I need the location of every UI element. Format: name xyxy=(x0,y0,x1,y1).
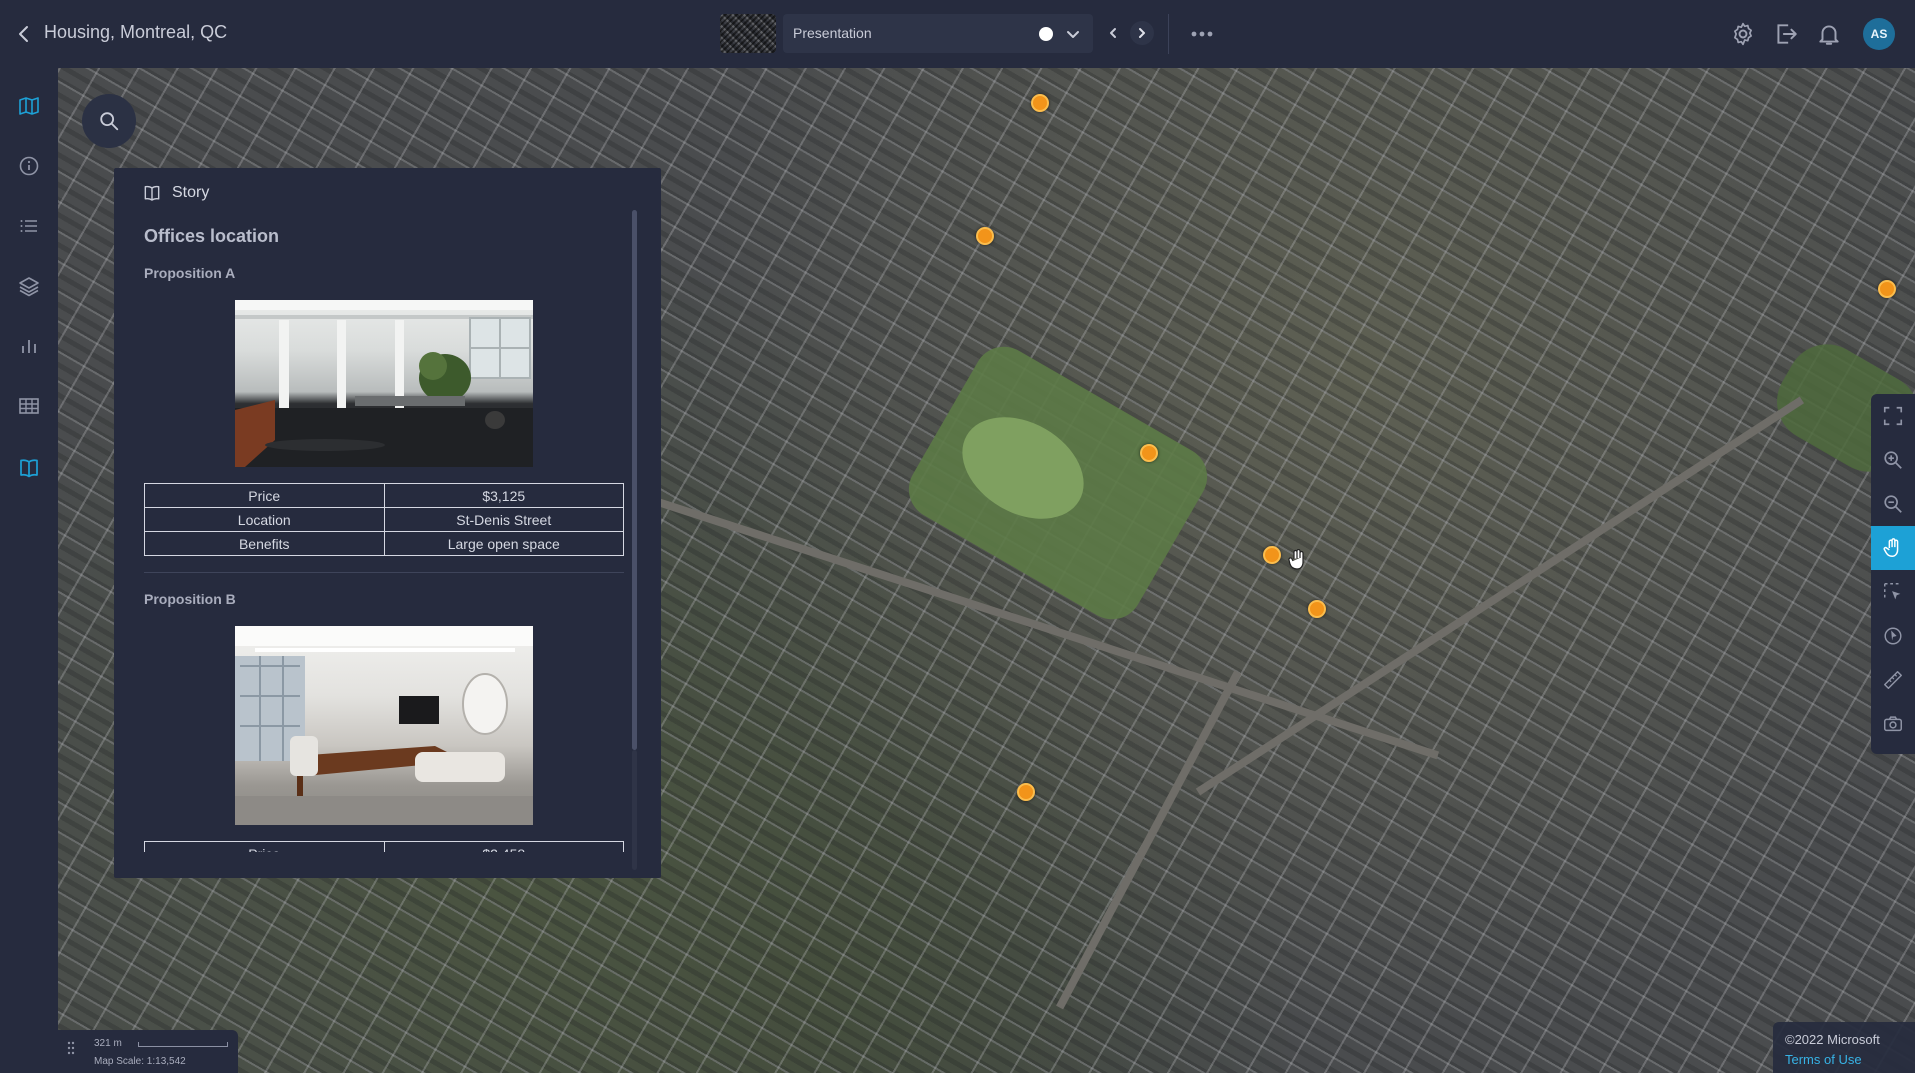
table-row: Location St-Denis Street xyxy=(144,507,624,532)
sidebar xyxy=(0,68,58,1073)
book-icon xyxy=(144,185,160,201)
story-scrollbar-track[interactable] xyxy=(632,750,637,870)
table-icon[interactable] xyxy=(17,394,41,418)
map-search-button[interactable] xyxy=(82,94,136,148)
bar-chart-icon[interactable] xyxy=(17,334,41,358)
office-photo-b xyxy=(235,626,533,825)
table-cell-label: Benefits xyxy=(144,531,385,556)
rail-line-east xyxy=(1195,396,1805,796)
proposition-b-title: Proposition B xyxy=(144,591,236,607)
presentation-status-dot xyxy=(1039,27,1053,41)
map-marker[interactable] xyxy=(1017,783,1035,801)
share-exit-icon[interactable] xyxy=(1773,21,1799,47)
chevron-right-icon xyxy=(1139,28,1145,38)
select-button[interactable] xyxy=(1871,570,1915,614)
table-cell-value: $2,458 xyxy=(383,841,624,852)
story-content[interactable]: Offices location Proposition A Price $3,… xyxy=(114,212,661,852)
proposition-b-table: Price $2,458 xyxy=(144,841,624,852)
info-icon[interactable] xyxy=(17,154,41,178)
office-photo-a-image xyxy=(235,300,533,467)
scale-indicator: 321 m Map Scale: 1:13,542 xyxy=(58,1030,238,1073)
select-box-icon xyxy=(1884,583,1901,600)
avatar[interactable]: AS xyxy=(1863,18,1895,50)
map-scale-ratio: Map Scale: 1:13,542 xyxy=(94,1056,186,1067)
top-bar: Housing, Montreal, QC Presentation AS xyxy=(0,0,1915,68)
compass-icon xyxy=(1884,627,1902,645)
previous-slide-button[interactable] xyxy=(1101,21,1125,45)
toolbar-divider xyxy=(1168,14,1169,54)
more-horizontal-icon[interactable] xyxy=(1188,24,1216,44)
map-icon[interactable] xyxy=(17,94,41,118)
fullscreen-icon xyxy=(1883,406,1903,426)
book-icon[interactable] xyxy=(17,456,41,480)
story-title: Story xyxy=(172,184,210,201)
table-cell-value: $3,125 xyxy=(383,483,624,508)
layers-icon[interactable] xyxy=(17,274,41,298)
bell-icon[interactable] xyxy=(1816,21,1842,47)
presentation-thumbnail[interactable] xyxy=(720,14,776,53)
map-marker[interactable] xyxy=(1031,94,1049,112)
chevron-down-icon[interactable] xyxy=(1065,26,1081,42)
table-row: Price $3,125 xyxy=(144,483,624,508)
map-attribution: ©2022 Microsoft Terms of Use xyxy=(1773,1022,1915,1073)
scale-distance: 321 m xyxy=(94,1038,122,1049)
drag-handle-icon[interactable] xyxy=(66,1040,76,1056)
zoom-in-icon xyxy=(1884,451,1902,469)
story-panel: Story Offices location Proposition A Pri… xyxy=(114,168,661,878)
pan-button[interactable] xyxy=(1871,526,1915,570)
hand-icon xyxy=(1883,538,1899,557)
office-photo-a xyxy=(235,300,533,467)
story-scrollbar-thumb[interactable] xyxy=(632,210,637,750)
next-slide-button[interactable] xyxy=(1130,21,1154,45)
table-cell-label: Price xyxy=(144,841,385,852)
camera-button[interactable] xyxy=(1871,702,1915,746)
hand-cursor-icon xyxy=(1288,549,1304,570)
compass-button[interactable] xyxy=(1871,614,1915,658)
presentation-select[interactable]: Presentation xyxy=(783,14,1093,53)
table-cell-label: Location xyxy=(144,507,385,532)
table-row: Benefits Large open space xyxy=(144,531,624,556)
table-row: Price $2,458 xyxy=(144,841,624,852)
zoom-out-button[interactable] xyxy=(1871,482,1915,526)
measure-button[interactable] xyxy=(1871,658,1915,702)
search-icon xyxy=(100,112,119,131)
attribution-copyright: ©2022 Microsoft xyxy=(1785,1032,1880,1047)
presentation-label: Presentation xyxy=(793,25,872,41)
scale-bar xyxy=(138,1042,228,1047)
table-cell-value: Large open space xyxy=(383,531,624,556)
office-photo-b-image xyxy=(235,626,533,825)
chevron-left-icon xyxy=(1110,28,1116,38)
map-marker[interactable] xyxy=(976,227,994,245)
camera-icon xyxy=(1884,716,1902,732)
terms-of-use-link[interactable]: Terms of Use xyxy=(1785,1052,1862,1067)
zoom-in-button[interactable] xyxy=(1871,438,1915,482)
list-icon[interactable] xyxy=(17,214,41,238)
map-marker[interactable] xyxy=(1878,280,1896,298)
gear-icon[interactable] xyxy=(1730,21,1756,47)
rail-line-south xyxy=(1056,670,1242,1010)
map-marker[interactable] xyxy=(1308,600,1326,618)
fullscreen-button[interactable] xyxy=(1871,394,1915,438)
ruler-icon xyxy=(1884,671,1902,689)
page-title: Housing, Montreal, QC xyxy=(44,22,228,42)
section-title: Offices location xyxy=(144,226,280,246)
proposition-a-table: Price $3,125 Location St-Denis Street Be… xyxy=(144,483,624,556)
map-marker[interactable] xyxy=(1140,444,1158,462)
map-toolbar xyxy=(1871,394,1915,754)
map-marker[interactable] xyxy=(1263,546,1281,564)
table-cell-label: Price xyxy=(144,483,385,508)
chevron-left-icon[interactable] xyxy=(14,22,34,46)
proposition-a-title: Proposition A xyxy=(144,265,236,281)
zoom-out-icon xyxy=(1884,495,1902,513)
table-cell-value: St-Denis Street xyxy=(383,507,624,532)
section-divider xyxy=(144,572,624,573)
